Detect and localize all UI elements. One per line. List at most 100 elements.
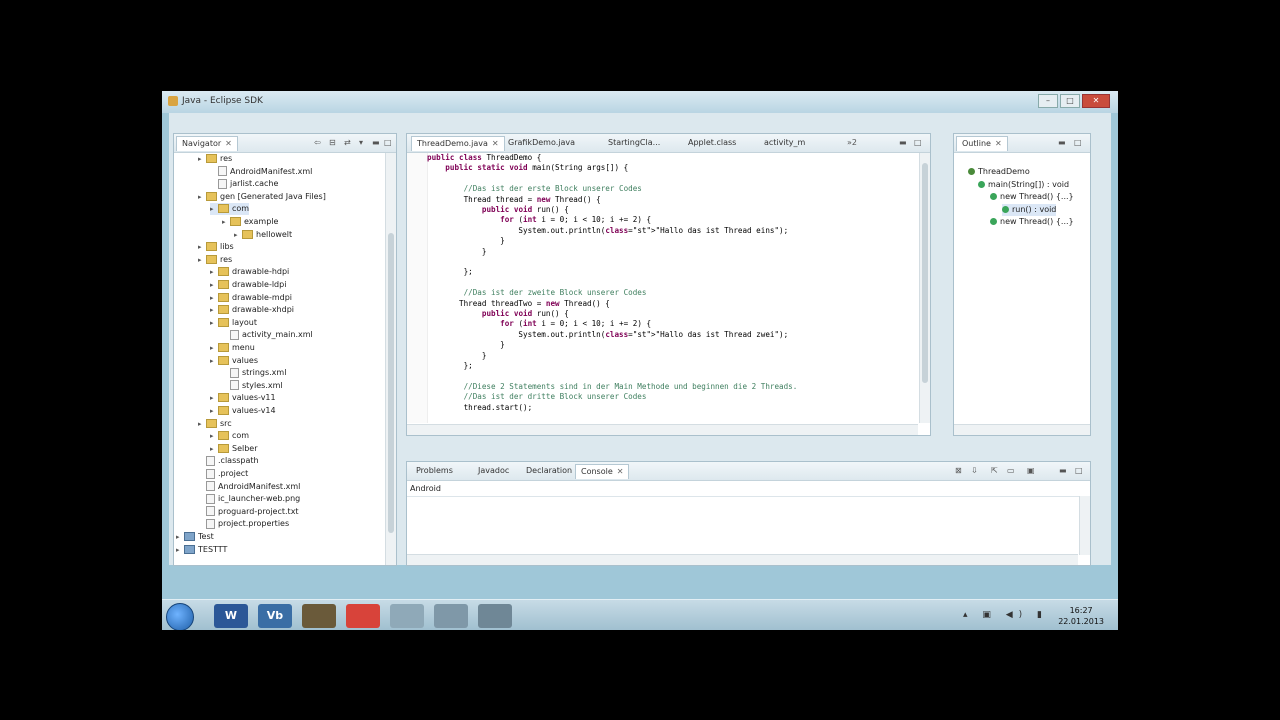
close-icon[interactable]: ✕: [225, 139, 232, 148]
expand-toggle-icon[interactable]: ▸: [210, 292, 218, 304]
navigator-item[interactable]: ▸ Test: [176, 531, 214, 543]
display-console-icon[interactable]: ▭: [1007, 466, 1015, 475]
navigator-item[interactable]: ▸ TESTTT: [176, 544, 227, 556]
navigator-item[interactable]: AndroidManifest.xml: [210, 166, 312, 178]
expand-toggle-icon[interactable]: ▸: [210, 279, 218, 291]
expand-toggle-icon[interactable]: ▸: [198, 418, 206, 430]
navigator-item[interactable]: ▸ example: [222, 216, 278, 228]
editor-tab[interactable]: Applet.class: [683, 136, 741, 150]
expand-toggle-icon[interactable]: ▸: [198, 153, 206, 165]
outline-item[interactable]: new Thread() {...}: [990, 191, 1074, 203]
scrollbar-thumb[interactable]: [388, 233, 394, 533]
editor-tab[interactable]: GrafikDemo.java: [503, 136, 580, 150]
navigator-item[interactable]: ▸ drawable-xhdpi: [210, 304, 294, 316]
taskbar-app-button[interactable]: [346, 604, 380, 628]
window-titlebar[interactable]: Java - Eclipse SDK – □ ✕: [162, 91, 1118, 113]
expand-toggle-icon[interactable]: ▸: [198, 254, 206, 266]
close-icon[interactable]: ✕: [492, 139, 499, 148]
tab-navigator[interactable]: Navigator ✕: [176, 136, 238, 151]
console-horizontal-scrollbar[interactable]: [407, 554, 1078, 565]
navigator-item[interactable]: ▸ src: [198, 418, 232, 430]
navigator-item[interactable]: ▸ com: [210, 203, 250, 216]
expand-toggle-icon[interactable]: ▸: [198, 191, 206, 203]
minimize-view-icon[interactable]: ▬: [1058, 138, 1066, 147]
minimize-view-icon[interactable]: ▬: [899, 138, 907, 147]
scrollbar-thumb[interactable]: [922, 163, 928, 383]
navigator-item[interactable]: ic_launcher-web.png: [198, 493, 300, 505]
collapse-all-icon[interactable]: ⊟: [329, 138, 336, 147]
expand-toggle-icon[interactable]: ▸: [198, 241, 206, 253]
navigator-item[interactable]: ▸ layout: [210, 317, 257, 329]
minimize-view-icon[interactable]: ▬: [372, 138, 380, 147]
navigator-item[interactable]: .classpath: [198, 455, 259, 467]
expand-toggle-icon[interactable]: ▸: [234, 229, 242, 241]
outline-item[interactable]: new Thread() {...}: [990, 216, 1074, 228]
close-icon[interactable]: ✕: [617, 467, 624, 476]
clear-console-icon[interactable]: ⊠: [955, 466, 962, 475]
console-scrollbar[interactable]: [1079, 496, 1090, 555]
editor-tab[interactable]: StartingCla...: [603, 136, 665, 150]
expand-toggle-icon[interactable]: ▸: [210, 266, 218, 278]
taskbar-app-button[interactable]: [302, 604, 336, 628]
editor-tab[interactable]: ThreadDemo.java ✕: [411, 136, 505, 151]
taskbar-app-button[interactable]: [390, 604, 424, 628]
link-editor-icon[interactable]: ⇄: [344, 138, 351, 147]
minimize-view-icon[interactable]: ▬: [1059, 466, 1067, 475]
code-text[interactable]: public class ThreadDemo { public static …: [427, 153, 918, 423]
expand-toggle-icon[interactable]: ▸: [210, 203, 218, 215]
system-tray[interactable]: ▴ ▣ ◀) ▮: [963, 610, 1048, 620]
navigator-item[interactable]: ▸ values: [210, 355, 258, 367]
minimize-button[interactable]: –: [1038, 94, 1058, 108]
outline-item[interactable]: main(String[]) : void: [978, 179, 1069, 191]
expand-toggle-icon[interactable]: ▸: [210, 355, 218, 367]
expand-toggle-icon[interactable]: ▸: [222, 216, 230, 228]
close-icon[interactable]: ✕: [995, 139, 1002, 148]
navigator-item[interactable]: jarlist.cache: [210, 178, 278, 190]
maximize-view-icon[interactable]: □: [1075, 466, 1083, 475]
navigator-item[interactable]: ▸ res: [198, 254, 232, 266]
editor-tab[interactable]: activity_m: [759, 136, 810, 150]
expand-toggle-icon[interactable]: ▸: [210, 443, 218, 455]
navigator-item[interactable]: AndroidManifest.xml: [198, 481, 300, 493]
editor-horizontal-scrollbar[interactable]: [407, 424, 918, 435]
editor-vertical-scrollbar[interactable]: [919, 153, 930, 423]
navigator-item[interactable]: styles.xml: [222, 380, 283, 392]
outline-item[interactable]: run() : void: [1002, 203, 1057, 216]
taskbar-app-button[interactable]: [434, 604, 468, 628]
navigator-item[interactable]: strings.xml: [222, 367, 286, 379]
navigator-item[interactable]: ▸ drawable-mdpi: [210, 292, 292, 304]
expand-toggle-icon[interactable]: ▸: [210, 405, 218, 417]
taskbar-app-button[interactable]: Vb: [258, 604, 292, 628]
bottom-tab[interactable]: Problems: [411, 464, 458, 478]
navigator-scrollbar[interactable]: [385, 153, 396, 565]
console-output[interactable]: [407, 496, 1080, 555]
outline-horizontal-scrollbar[interactable]: [954, 424, 1090, 435]
expand-toggle-icon[interactable]: ▸: [176, 531, 184, 543]
start-button[interactable]: [166, 603, 194, 630]
tab-outline[interactable]: Outline ✕: [956, 136, 1008, 151]
navigator-item[interactable]: ▸ hellowelt: [234, 229, 292, 241]
back-icon[interactable]: ⇦: [314, 138, 321, 147]
navigator-item[interactable]: activity_main.xml: [222, 329, 313, 341]
navigator-item[interactable]: ▸ Selber: [210, 443, 258, 455]
navigator-item[interactable]: ▸ menu: [210, 342, 255, 354]
navigator-item[interactable]: ▸ com: [210, 430, 249, 442]
bottom-tab[interactable]: Javadoc: [473, 464, 514, 478]
navigator-item[interactable]: ▸ gen [Generated Java Files]: [198, 191, 326, 203]
navigator-item[interactable]: .project: [198, 468, 248, 480]
navigator-item[interactable]: project.properties: [198, 518, 289, 530]
expand-toggle-icon[interactable]: ▸: [210, 304, 218, 316]
maximize-button[interactable]: □: [1060, 94, 1080, 108]
view-menu-icon[interactable]: ▾: [359, 138, 363, 147]
pin-console-icon[interactable]: ⇱: [991, 466, 998, 475]
navigator-item[interactable]: ▸ drawable-hdpi: [210, 266, 289, 278]
editor-tab-overflow[interactable]: »2: [847, 138, 857, 147]
bottom-tab[interactable]: Declaration: [521, 464, 577, 478]
maximize-view-icon[interactable]: □: [1074, 138, 1082, 147]
navigator-item[interactable]: ▸ values-v11: [210, 392, 276, 404]
maximize-view-icon[interactable]: □: [914, 138, 922, 147]
outline-item[interactable]: ThreadDemo: [968, 166, 1030, 178]
scroll-lock-icon[interactable]: ⇩: [971, 466, 978, 475]
system-clock[interactable]: 16:27 22.01.2013: [1058, 605, 1104, 627]
bottom-tab[interactable]: Console ✕: [575, 464, 630, 479]
